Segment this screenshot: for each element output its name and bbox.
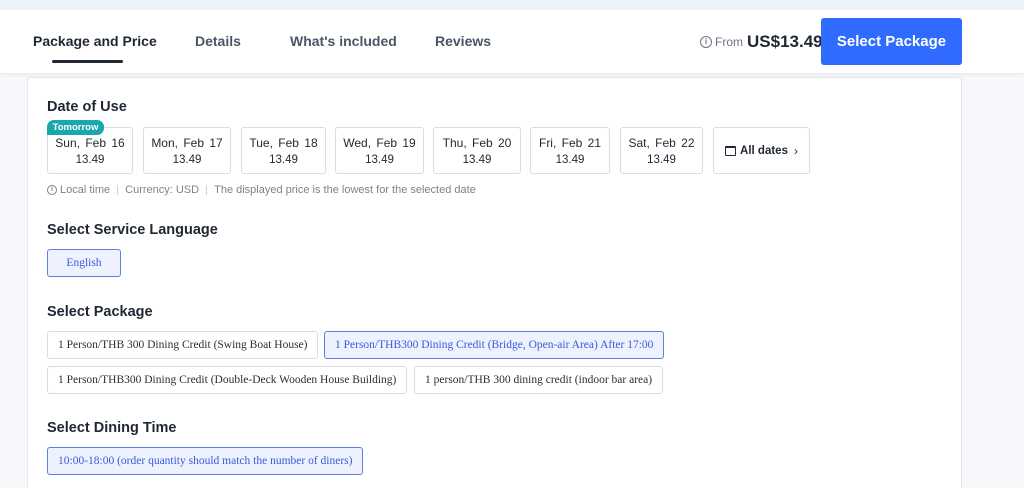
price-summary: i From US$13.49: [700, 32, 823, 52]
top-band: [0, 0, 1024, 10]
from-label: From: [715, 35, 743, 49]
dining-time-title: Select Dining Time: [47, 420, 177, 436]
date-day: Tue, Feb 18: [249, 136, 318, 150]
tab-details[interactable]: Details: [195, 33, 241, 49]
date-day: Thu, Feb 20: [442, 136, 512, 150]
package-option-selected[interactable]: 1 Person/THB300 Dining Credit (Bridge, O…: [324, 331, 665, 359]
date-price: 13.49: [172, 154, 202, 166]
date-meta: i Local time Currency: USD The displayed…: [47, 184, 476, 196]
tab-whats-included[interactable]: What's included: [290, 33, 397, 49]
navbar: Package and Price Details What's include…: [0, 10, 1024, 73]
select-package-button[interactable]: Select Package: [821, 18, 962, 65]
date-price: 13.49: [555, 154, 585, 166]
date-option[interactable]: Sat, Feb 22 13.49: [620, 127, 703, 174]
date-price: 13.49: [462, 154, 492, 166]
date-day: Mon, Feb 17: [151, 136, 223, 150]
date-option[interactable]: Thu, Feb 20 13.49: [433, 127, 521, 174]
date-price: 13.49: [269, 154, 298, 166]
package-option[interactable]: 1 Person/THB 300 Dining Credit (Swing Bo…: [47, 331, 319, 359]
tomorrow-badge: Tomorrow: [47, 120, 104, 135]
language-option-english[interactable]: English: [47, 249, 121, 277]
date-option[interactable]: Mon, Feb 17 13.49: [143, 127, 231, 174]
date-option[interactable]: Fri, Feb 21 13.49: [530, 127, 610, 174]
date-of-use-title: Date of Use: [47, 99, 127, 115]
divider: [117, 185, 119, 195]
from-price: US$13.49: [747, 32, 823, 51]
service-language-title: Select Service Language: [47, 222, 218, 238]
date-price: 13.49: [647, 154, 676, 166]
date-price: 13.49: [75, 154, 105, 166]
package-option[interactable]: 1 person/THB 300 dining credit (indoor b…: [414, 366, 664, 394]
divider: [206, 185, 208, 195]
dining-time-option[interactable]: 10:00-18:00 (order quantity should match…: [47, 447, 364, 475]
date-price: 13.49: [365, 154, 394, 166]
date-day: Wed, Feb 19: [343, 136, 416, 150]
tab-package-and-price[interactable]: Package and Price: [33, 33, 157, 49]
info-icon[interactable]: i: [700, 36, 712, 48]
chevron-right-icon: ›: [793, 143, 798, 158]
local-time-label: Local time: [60, 184, 111, 196]
date-day: Fri, Feb 21: [538, 136, 602, 150]
calendar-icon: [725, 145, 737, 156]
date-option[interactable]: Wed, Feb 19 13.49: [335, 127, 424, 174]
active-tab-indicator: [52, 60, 123, 63]
all-dates-button[interactable]: All dates ›: [713, 127, 810, 174]
info-icon: i: [47, 185, 57, 195]
select-package-title: Select Package: [47, 304, 153, 320]
price-note: The displayed price is the lowest for th…: [214, 184, 476, 196]
date-option[interactable]: Tue, Feb 18 13.49: [241, 127, 326, 174]
tab-reviews[interactable]: Reviews: [435, 33, 491, 49]
date-day: Sun, Feb 16: [55, 136, 125, 150]
date-day: Sat, Feb 22: [628, 136, 695, 150]
package-option[interactable]: 1 Person/THB300 Dining Credit (Double-De…: [47, 366, 408, 394]
all-dates-label: All dates: [740, 144, 788, 157]
currency-label: Currency: USD: [125, 184, 200, 196]
